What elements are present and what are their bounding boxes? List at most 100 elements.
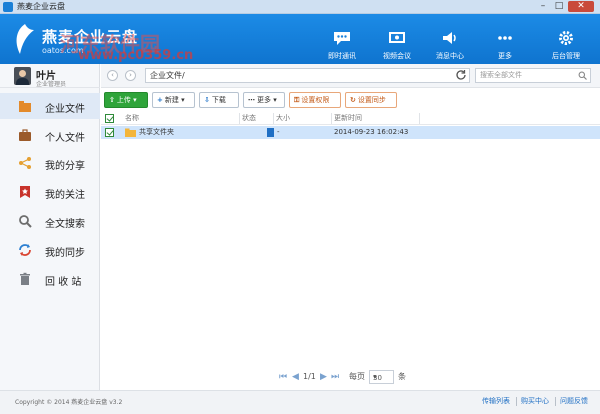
column-header-status[interactable]: 状态 <box>242 113 256 124</box>
table-row[interactable]: 共享文件夹 - 2014-09-23 16:02:43 <box>101 126 600 139</box>
gear-icon <box>559 31 573 45</box>
close-button[interactable]: ✕ <box>568 1 594 12</box>
more-icon: ⋯ <box>248 96 255 104</box>
sidebar-item-label: 我的关注 <box>45 190 85 201</box>
sync-icon: ↻ <box>350 96 356 104</box>
share-icon <box>19 157 31 169</box>
header-button-label: 视频会议 <box>383 52 411 60</box>
briefcase-icon <box>19 129 31 141</box>
file-name[interactable]: 共享文件夹 <box>139 127 174 138</box>
watermark-url: www.pc0359.cn <box>78 48 194 63</box>
sync-icon <box>19 244 31 256</box>
avatar[interactable] <box>14 67 31 85</box>
copyright-text: Copyright © 2014 燕麦企业云盘 v3.2 <box>15 399 123 406</box>
user-panel: 叶片 企业管理员 <box>0 64 100 88</box>
app-icon <box>3 2 13 12</box>
video-icon <box>389 32 405 43</box>
path-breadcrumb[interactable]: 企业文件/ <box>145 68 470 83</box>
last-page-icon[interactable]: ⏭ <box>331 370 339 384</box>
folder-icon <box>125 128 136 137</box>
prev-page-icon[interactable]: ◀ <box>292 370 299 384</box>
sidebar-item-my-sync[interactable]: 我的同步 <box>0 237 100 263</box>
header-button-label: 即时通讯 <box>328 52 356 60</box>
sidebar-item-personal-files[interactable]: 个人文件 <box>0 122 100 148</box>
sidebar-item-enterprise-files[interactable]: 企业文件 <box>0 93 100 119</box>
header-button-chat[interactable]: 即时通讯 <box>317 30 367 64</box>
table-header: 名称 状态 大小 更新时间 <box>101 112 600 125</box>
permission-icon: ⚿ <box>294 96 300 104</box>
sidebar-item-recycle-bin[interactable]: 回 收 站 <box>0 266 100 292</box>
bookmark-icon <box>20 186 30 198</box>
search-placeholder: 搜索全部文件 <box>480 71 522 79</box>
sidebar-item-my-follows[interactable]: 我的关注 <box>0 179 100 205</box>
plus-icon: + <box>157 96 163 104</box>
column-header-size[interactable]: 大小 <box>276 113 290 124</box>
maximize-button[interactable]: □ <box>552 1 566 12</box>
header-button-label: 更多 <box>498 52 512 60</box>
back-button[interactable]: ‹ <box>107 70 118 81</box>
set-permission-label: 设置权限 <box>301 96 330 104</box>
feedback-link[interactable]: 问题反馈 <box>560 396 588 406</box>
sidebar-item-label: 回 收 站 <box>45 277 82 288</box>
header-button-more[interactable]: 更多 <box>480 30 530 64</box>
header-button-messages[interactable]: 消息中心 <box>425 30 475 64</box>
header-button-label: 后台管理 <box>552 52 580 60</box>
enterprise-files-icon <box>19 101 31 112</box>
select-all-checkbox[interactable] <box>105 114 114 123</box>
header-button-label: 消息中心 <box>436 52 464 60</box>
follow-bookmark-icon[interactable] <box>267 128 274 137</box>
app-header: 燕麦企业云盘 oatos.com 河东软件园 www.pc0359.cn 即时通… <box>0 14 600 64</box>
header-button-admin[interactable]: 后台管理 <box>541 30 591 64</box>
purchase-center-link[interactable]: 购买中心 <box>521 396 549 406</box>
per-page-value: 30 <box>373 374 382 382</box>
per-page-label: 每页 <box>349 372 365 381</box>
trash-icon <box>20 272 30 285</box>
status-footer: Copyright © 2014 燕麦企业云盘 v3.2 传输列表 购买中心 问… <box>0 390 600 414</box>
column-header-name[interactable]: 名称 <box>125 113 139 124</box>
download-icon: ⇩ <box>204 96 210 104</box>
new-label: 新建 <box>164 96 179 104</box>
download-button[interactable]: ⇩ 下载 <box>199 92 239 108</box>
set-sync-label: 设置同步 <box>357 96 386 104</box>
column-header-updated[interactable]: 更新时间 <box>334 113 362 124</box>
sidebar-item-label: 企业文件 <box>45 104 85 115</box>
upload-icon: ⇧ <box>109 96 115 104</box>
toolbar: ⇧ 上传 ▾ + 新建 ▾ ⇩ 下载 ⋯ 更多 ▾ ⚿ 设置权限 ↻ 设置同步 <box>101 88 600 112</box>
search-icon <box>19 215 32 228</box>
sidebar-item-fulltext-search[interactable]: 全文搜索 <box>0 208 100 234</box>
window-titlebar: 燕麦企业云盘 – □ ✕ <box>0 0 600 14</box>
new-button[interactable]: + 新建 ▾ <box>152 92 195 108</box>
more-label: 更多 <box>257 96 271 104</box>
logo-icon <box>16 24 34 54</box>
per-page-select[interactable]: 30 ▾ <box>369 370 394 384</box>
sidebar-item-label: 我的分享 <box>45 161 85 172</box>
first-page-icon[interactable]: ⏮ <box>279 370 287 384</box>
sidebar-item-label: 全文搜索 <box>45 219 85 230</box>
refresh-icon[interactable] <box>455 69 467 81</box>
sidebar-item-my-shares[interactable]: 我的分享 <box>0 150 100 176</box>
sidebar-item-label: 我的同步 <box>45 248 85 259</box>
user-role: 企业管理员 <box>36 81 67 88</box>
address-bar: ‹ › 企业文件/ 搜索全部文件 <box>101 64 600 88</box>
chat-icon <box>334 32 350 45</box>
more-icon <box>498 36 512 40</box>
set-sync-button[interactable]: ↻ 设置同步 <box>345 92 397 108</box>
search-input[interactable]: 搜索全部文件 <box>475 68 591 83</box>
search-icon[interactable] <box>578 71 587 80</box>
transfer-list-link[interactable]: 传输列表 <box>482 396 510 406</box>
per-page-unit: 条 <box>398 372 406 381</box>
next-page-icon[interactable]: ▶ <box>320 370 327 384</box>
header-button-video[interactable]: 视频会议 <box>372 30 422 64</box>
page-indicator: 1/1 <box>303 372 316 381</box>
minimize-button[interactable]: – <box>536 1 550 12</box>
forward-button[interactable]: › <box>125 70 136 81</box>
sidebar: 叶片 企业管理员 企业文件 个人文件 我的分享 我的关注 全文搜索 我的同步 回… <box>0 64 100 390</box>
row-checkbox[interactable] <box>105 128 114 137</box>
main-panel: ‹ › 企业文件/ 搜索全部文件 ⇧ 上传 ▾ + 新建 ▾ ⇩ 下载 ⋯ 更多 ▾ ⚿… <box>101 64 600 390</box>
sidebar-item-label: 个人文件 <box>45 133 85 144</box>
upload-button[interactable]: ⇧ 上传 ▾ <box>104 92 148 108</box>
window-title: 燕麦企业云盘 <box>17 2 65 11</box>
more-button[interactable]: ⋯ 更多 ▾ <box>243 92 285 108</box>
set-permission-button[interactable]: ⚿ 设置权限 <box>289 92 341 108</box>
file-updated: 2014-09-23 16:02:43 <box>334 128 409 136</box>
